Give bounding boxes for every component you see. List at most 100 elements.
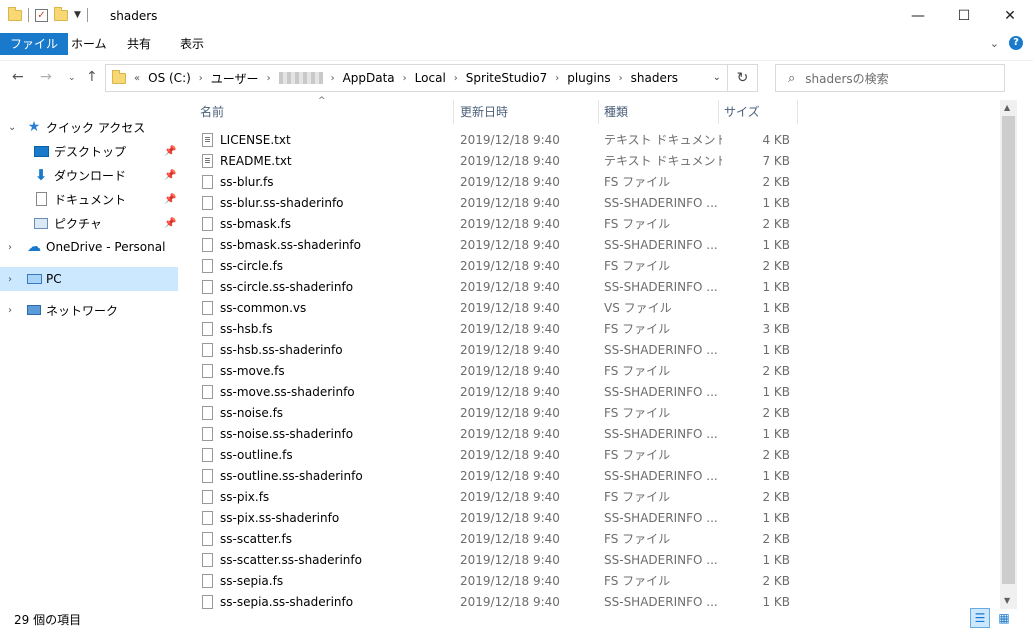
chevron-right-icon[interactable]: › (8, 274, 12, 285)
chevron-right-icon[interactable]: › (8, 305, 12, 316)
table-row[interactable]: ss-hsb.ss-shaderinfo 2019/12/18 9:40 SS-SH… (182, 340, 1000, 361)
sidebar-item-desktop[interactable]: デスクトップ 📌 (0, 139, 178, 163)
properties-icon[interactable]: ✓ (35, 8, 48, 22)
sidebar-item-onedrive[interactable]: › ☁ OneDrive - Personal (0, 235, 178, 259)
pin-icon[interactable]: 📌 (164, 170, 176, 181)
details-view-button[interactable]: ☰ (970, 608, 990, 628)
column-header-date[interactable]: 更新日時 (460, 100, 600, 124)
column-divider[interactable] (718, 100, 719, 124)
table-row[interactable]: ss-scatter.ss-shaderinfo 2019/12/18 9:40 S… (182, 550, 1000, 571)
desktop-icon (33, 144, 49, 158)
breadcrumb-spritestudio7[interactable]: SpriteStudio7 (466, 71, 547, 85)
search-input[interactable]: ⌕ shadersの検索 (775, 64, 1005, 92)
file-icon (202, 553, 213, 567)
table-row[interactable]: ss-move.ss-shaderinfo 2019/12/18 9:40 SS-S… (182, 382, 1000, 403)
file-size: 1 KB (762, 238, 790, 252)
table-row[interactable]: ss-pix.ss-shaderinfo 2019/12/18 9:40 SS-SH… (182, 508, 1000, 529)
chevron-right-icon[interactable]: › (403, 73, 407, 84)
pin-icon[interactable]: 📌 (164, 218, 176, 229)
breadcrumb-users[interactable]: ユーザー (211, 70, 259, 87)
help-icon[interactable]: ? (1009, 36, 1023, 50)
breadcrumb-local[interactable]: Local (415, 71, 446, 85)
sidebar-item-pictures[interactable]: ピクチャ 📌 (0, 211, 178, 235)
table-row[interactable]: ss-noise.ss-shaderinfo 2019/12/18 9:40 SS-… (182, 424, 1000, 445)
back-arrow-icon[interactable]: ← (12, 69, 24, 85)
table-row[interactable]: ss-common.vs 2019/12/18 9:40 VS ファイル 1 KB (182, 298, 1000, 319)
column-divider[interactable] (797, 100, 798, 124)
column-header-name[interactable]: 名前 (200, 100, 450, 124)
table-row[interactable]: ss-noise.fs 2019/12/18 9:40 FS ファイル 2 KB (182, 403, 1000, 424)
table-row[interactable]: LICENSE.txt 2019/12/18 9:40 テキスト ドキュメント 4 K… (182, 130, 1000, 151)
column-divider[interactable] (453, 100, 454, 124)
chevron-right-icon[interactable]: › (267, 73, 271, 84)
close-button[interactable]: ✕ (987, 0, 1033, 32)
chevron-right-icon[interactable]: › (454, 73, 458, 84)
chevron-right-icon[interactable]: › (619, 73, 623, 84)
chevron-right-icon[interactable]: › (331, 73, 335, 84)
file-name: ss-bmask.fs (220, 217, 291, 231)
tab-share[interactable]: 共有 (117, 33, 161, 55)
breadcrumb-shaders[interactable]: shaders (631, 71, 678, 85)
scrollbar-thumb[interactable] (1002, 116, 1015, 584)
up-arrow-icon[interactable]: ↑ (86, 69, 98, 85)
table-row[interactable]: ss-outline.fs 2019/12/18 9:40 FS ファイル 2 KB (182, 445, 1000, 466)
tab-home[interactable]: ホーム (61, 33, 117, 55)
refresh-button[interactable]: ↻ (728, 64, 758, 92)
table-row[interactable]: ss-circle.ss-shaderinfo 2019/12/18 9:40 SS… (182, 277, 1000, 298)
column-divider[interactable] (598, 100, 599, 124)
redacted-username[interactable] (278, 72, 323, 84)
table-row[interactable]: ss-bmask.fs 2019/12/18 9:40 FS ファイル 2 KB (182, 214, 1000, 235)
sidebar-item-pc[interactable]: › PC (0, 267, 178, 291)
table-row[interactable]: ss-move.fs 2019/12/18 9:40 FS ファイル 2 KB (182, 361, 1000, 382)
scroll-up-icon[interactable]: ▲ (1004, 103, 1010, 112)
forward-arrow-icon[interactable]: → (40, 69, 52, 85)
file-type: FS ファイル (604, 574, 671, 588)
large-icons-view-button[interactable]: ▦ (994, 608, 1014, 628)
pin-icon[interactable]: 📌 (164, 146, 176, 157)
table-row[interactable]: ss-outline.ss-shaderinfo 2019/12/18 9:40 S… (182, 466, 1000, 487)
file-icon (202, 322, 213, 336)
maximize-button[interactable]: ☐ (941, 0, 987, 32)
chevron-right-icon[interactable]: › (555, 73, 559, 84)
table-row[interactable]: README.txt 2019/12/18 9:40 テキスト ドキュメント 7 KB (182, 151, 1000, 172)
chevron-right-icon[interactable]: › (199, 73, 203, 84)
column-header-type[interactable]: 種類 (604, 100, 714, 124)
file-name: ss-scatter.fs (220, 532, 292, 546)
address-dropdown-icon[interactable]: ⌄ (713, 72, 721, 83)
tab-file[interactable]: ファイル (0, 33, 69, 55)
sidebar-item-quick-access[interactable]: ⌄ ★ クイック アクセス (0, 115, 178, 139)
expand-ribbon-icon[interactable]: ⌄ (990, 37, 999, 50)
table-row[interactable]: ss-sepia.fs 2019/12/18 9:40 FS ファイル 2 KB (182, 571, 1000, 592)
pictures-icon (33, 216, 49, 230)
breadcrumb-appdata[interactable]: AppData (343, 71, 395, 85)
sidebar-item-network[interactable]: › ネットワーク (0, 298, 178, 322)
table-row[interactable]: ss-scatter.fs 2019/12/18 9:40 FS ファイル 2 KB (182, 529, 1000, 550)
breadcrumb-os-c[interactable]: OS (C:) (148, 71, 191, 85)
file-date: 2019/12/18 9:40 (460, 385, 560, 399)
pin-icon[interactable]: 📌 (164, 194, 176, 205)
customize-toolbar-icon[interactable]: ▼ (74, 10, 81, 20)
sidebar-item-documents[interactable]: ドキュメント 📌 (0, 187, 178, 211)
recent-locations-icon[interactable]: ⌄ (68, 73, 76, 83)
breadcrumb-plugins[interactable]: plugins (567, 71, 610, 85)
new-folder-icon[interactable] (54, 6, 68, 21)
file-type: テキスト ドキュメント (604, 154, 722, 168)
table-row[interactable]: ss-blur.ss-shaderinfo 2019/12/18 9:40 SS-S… (182, 193, 1000, 214)
scroll-down-icon[interactable]: ▼ (1004, 596, 1010, 605)
vertical-scrollbar[interactable]: ▲ ▼ (1000, 100, 1017, 609)
table-row[interactable]: ss-circle.fs 2019/12/18 9:40 FS ファイル 2 KB (182, 256, 1000, 277)
chevron-right-icon[interactable]: › (8, 242, 12, 253)
table-row[interactable]: ss-hsb.fs 2019/12/18 9:40 FS ファイル 3 KB (182, 319, 1000, 340)
address-bar[interactable]: « OS (C:) › ユーザー › › AppData › Local › S… (105, 64, 728, 92)
table-row[interactable]: ss-blur.fs 2019/12/18 9:40 FS ファイル 2 KB (182, 172, 1000, 193)
sidebar-item-downloads[interactable]: ⬇ ダウンロード 📌 (0, 163, 178, 187)
table-row[interactable]: ss-pix.fs 2019/12/18 9:40 FS ファイル 2 KB (182, 487, 1000, 508)
file-date: 2019/12/18 9:40 (460, 301, 560, 315)
table-row[interactable]: ss-bmask.ss-shaderinfo 2019/12/18 9:40 SS-… (182, 235, 1000, 256)
chevron-down-icon[interactable]: ⌄ (8, 122, 16, 133)
file-name: LICENSE.txt (220, 133, 291, 147)
breadcrumb-overflow[interactable]: « (134, 73, 140, 84)
column-header-size[interactable]: サイズ (724, 100, 794, 124)
minimize-button[interactable]: — (895, 0, 941, 32)
tab-view[interactable]: 表示 (170, 33, 214, 55)
